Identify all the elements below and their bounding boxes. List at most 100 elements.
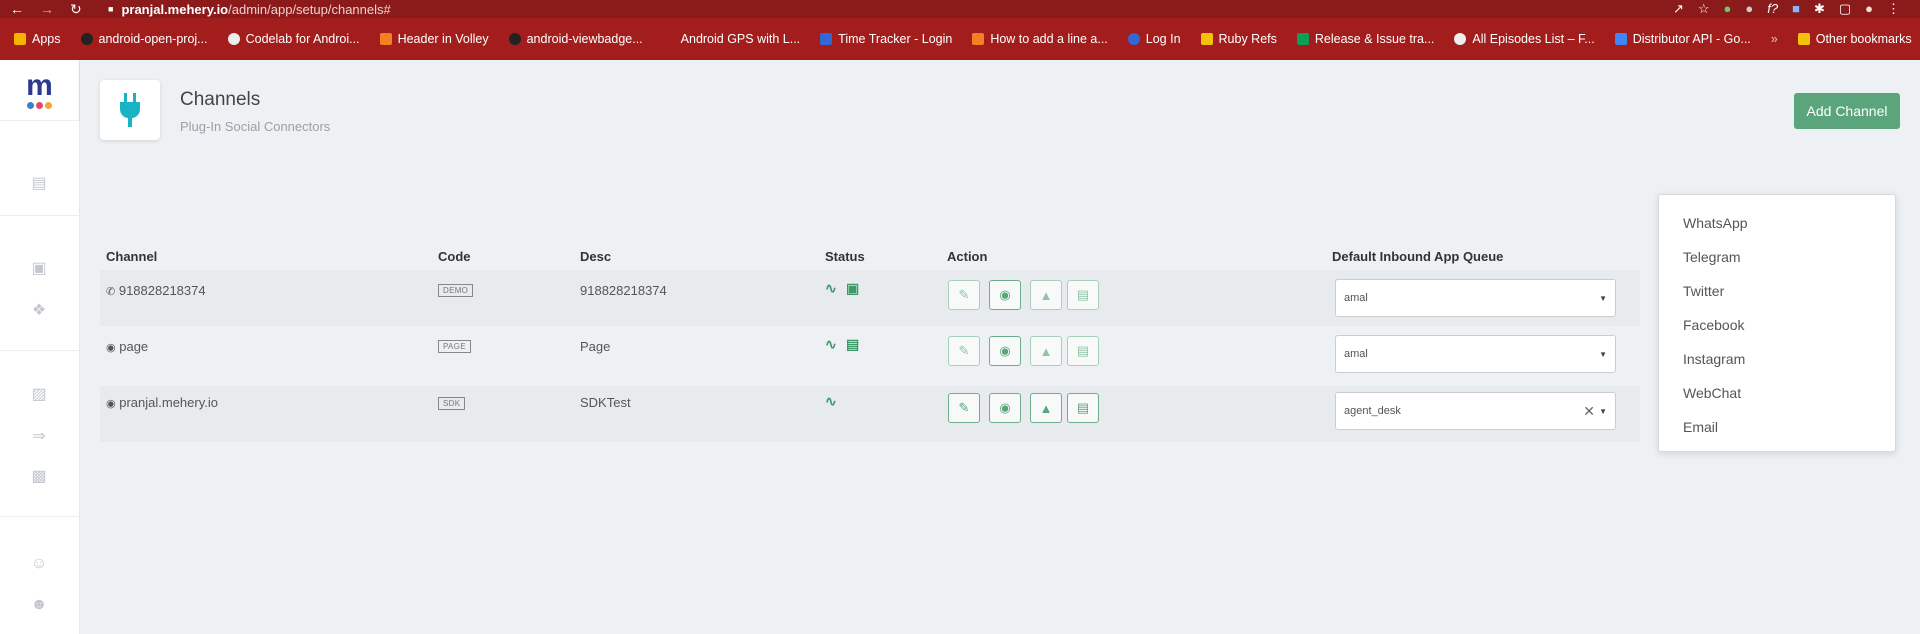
profile-icon[interactable]: ● (1865, 1, 1873, 17)
page-icon (662, 33, 675, 45)
dropdown-item-whatsapp[interactable]: WhatsApp (1683, 215, 1748, 231)
plug-button[interactable]: ▲ (1030, 280, 1062, 310)
logo[interactable]: m (0, 60, 79, 120)
caret-down-icon: ▼ (1599, 350, 1607, 359)
status-pulse-icon: ∿ (825, 280, 837, 296)
code-badge: PAGE (438, 340, 471, 353)
divider (0, 516, 80, 517)
screen-share-icon[interactable]: ▣ (28, 258, 50, 277)
dropdown-item-webchat[interactable]: WebChat (1683, 385, 1741, 401)
extension-icon[interactable]: ● (1745, 1, 1753, 17)
bookmark-item[interactable]: Release & Issue tra... (1296, 32, 1434, 46)
plug-button[interactable]: ▲ (1030, 336, 1062, 366)
plug-button[interactable]: ▲ (1030, 393, 1062, 423)
queue-select[interactable]: amal ▼ (1335, 335, 1616, 373)
delete-button[interactable]: ▤ (1067, 393, 1099, 423)
bookmark-item[interactable]: Ruby Refs (1200, 32, 1277, 46)
tags-icon[interactable]: ❖ (28, 300, 50, 319)
star-icon[interactable]: ☆ (1698, 1, 1710, 17)
dropdown-item-instagram[interactable]: Instagram (1683, 351, 1745, 367)
inbox-icon[interactable]: ▩ (28, 466, 50, 485)
sidepanel-icon[interactable]: ▢ (1839, 1, 1851, 17)
bookmark-item[interactable]: android-viewbadge... (508, 32, 643, 46)
eye-icon: ◉ (999, 400, 1011, 415)
chrome-icon: ◉ (106, 342, 116, 354)
bookmark-item[interactable]: Apps (14, 32, 61, 46)
column-header-code: Code (438, 249, 471, 264)
clear-x-icon[interactable]: ✕ (1583, 403, 1595, 420)
caret-down-icon: ▼ (1599, 294, 1607, 303)
extension-icon[interactable]: ● (1724, 1, 1732, 17)
dropdown-item-facebook[interactable]: Facebook (1683, 317, 1744, 333)
share-icon[interactable]: ↗ (1673, 1, 1684, 17)
view-button[interactable]: ◉ (989, 393, 1021, 423)
bookmarks-bar: Apps android-open-proj... Codelab for An… (0, 18, 1920, 60)
dropdown-item-twitter[interactable]: Twitter (1683, 283, 1724, 299)
browser-nav: ← → ↻ (10, 1, 108, 18)
menu-icon[interactable]: ⋮ (1887, 1, 1900, 17)
globe-icon (227, 33, 240, 45)
import-icon[interactable]: ⇒ (28, 426, 50, 445)
extension-icon[interactable]: f? (1767, 1, 1778, 17)
column-header-channel: Channel (106, 249, 158, 264)
chevron-double-right-icon: » (1770, 32, 1778, 46)
trash-icon: ▤ (1076, 343, 1090, 358)
stackoverflow-icon (379, 33, 392, 45)
back-arrow-icon[interactable]: ← (10, 1, 24, 18)
url-path: /admin/app/setup/channels# (228, 1, 391, 17)
bookmark-item[interactable]: Header in Volley (379, 32, 489, 46)
queue-select[interactable]: amal ▼ (1335, 279, 1616, 317)
bookmark-item[interactable]: Android GPS with L... (662, 32, 800, 46)
view-button[interactable]: ◉ (989, 336, 1021, 366)
puzzle-icon[interactable]: ✱ (1814, 1, 1825, 17)
view-button[interactable]: ◉ (989, 280, 1021, 310)
code-badge: SDK (438, 397, 466, 410)
divider (0, 120, 80, 121)
lock-icon: ■ (108, 4, 114, 14)
edit-icon: ✎ (958, 343, 970, 358)
globe-icon (1454, 33, 1467, 45)
other-bookmarks[interactable]: » Other bookmarks (1771, 32, 1920, 46)
column-header-status: Status (825, 249, 865, 264)
edit-button[interactable]: ✎ (948, 393, 980, 423)
bookmark-item[interactable]: Log In (1127, 32, 1181, 46)
extension-icon[interactable]: ■ (1792, 1, 1800, 17)
edit-button[interactable]: ✎ (948, 336, 980, 366)
bookmark-item[interactable]: Time Tracker - Login (820, 32, 952, 46)
delete-button[interactable]: ▤ (1067, 280, 1099, 310)
plug-small-icon: ▲ (1039, 400, 1053, 416)
bookmark-item[interactable]: How to add a line a... (972, 32, 1108, 46)
add-channel-button[interactable]: Add Channel (1794, 93, 1900, 129)
dropdown-item-email[interactable]: Email (1683, 419, 1718, 435)
users-icon[interactable]: ☺ (28, 555, 50, 573)
bookmark-item[interactable]: Distributor API - Go... (1614, 32, 1751, 46)
stackoverflow-icon (972, 33, 985, 45)
plug-small-icon: ▲ (1039, 343, 1053, 359)
folder-icon (1200, 33, 1213, 45)
reload-icon[interactable]: ↻ (70, 1, 82, 18)
chart-icon[interactable]: ▤ (28, 173, 50, 192)
dropdown-item-telegram[interactable]: Telegram (1683, 249, 1741, 265)
queue-select[interactable]: agent_desk ✕ ▼ (1335, 392, 1616, 430)
forward-arrow-icon[interactable]: → (40, 1, 54, 18)
address-bar[interactable]: ■ pranjal.mehery.io/admin/app/setup/chan… (108, 2, 1673, 17)
edit-button[interactable]: ✎ (948, 280, 980, 310)
eye-icon: ◉ (999, 287, 1011, 302)
page-subtitle: Plug-In Social Connectors (180, 119, 331, 134)
url-host: pranjal.mehery.io (121, 1, 229, 17)
column-header-action: Action (947, 249, 988, 264)
row-desc: Page (580, 339, 611, 354)
contact-card-icon[interactable]: ▨ (28, 384, 50, 403)
bookmark-item[interactable]: android-open-proj... (80, 32, 208, 46)
bookmark-item[interactable]: All Episodes List – F... (1454, 32, 1595, 46)
folder-icon (1797, 33, 1810, 45)
status-pulse-icon: ∿ (825, 393, 837, 409)
users-group-icon[interactable]: ☻ (28, 596, 50, 614)
delete-button[interactable]: ▤ (1067, 336, 1099, 366)
edit-icon: ✎ (958, 287, 970, 302)
bookmark-item[interactable]: Codelab for Androi... (227, 32, 360, 46)
github-icon (80, 33, 93, 45)
chrome-icon: ◉ (106, 398, 116, 410)
code-badge: DEMO (438, 284, 474, 297)
plug-icon (100, 80, 160, 140)
